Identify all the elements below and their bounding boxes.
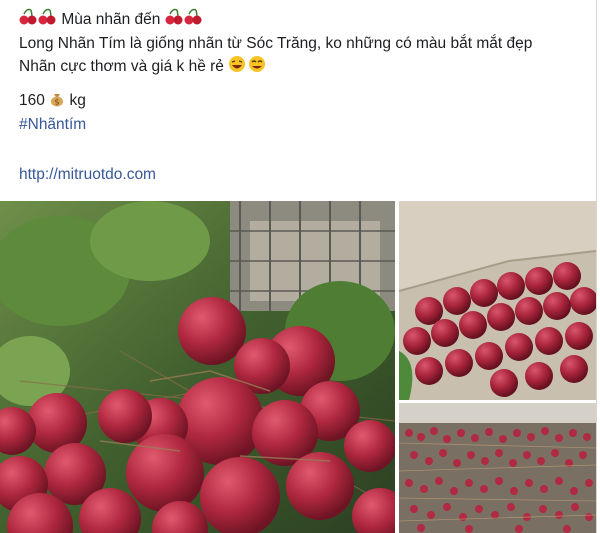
longan-bunches-photo[interactable]	[399, 403, 596, 533]
post-price-line: 160 $ kg	[19, 90, 579, 114]
post-quality-text: Nhãn cực thơm và giá k hề rẻ	[19, 58, 224, 75]
price-unit: kg	[69, 92, 86, 109]
cherry-icon	[19, 8, 57, 33]
svg-text:$: $	[55, 98, 60, 107]
post-quality-line: Nhãn cực thơm và giá k hề rẻ	[19, 55, 579, 80]
post-title-text: Mùa nhãn đến	[61, 11, 161, 28]
post-text: Mùa nhãn đến Long Nhãn Tím là giống nhãn…	[19, 8, 579, 136]
boxed-longan-photo[interactable]	[399, 201, 596, 400]
hashtag-link[interactable]: #Nhãntím	[19, 114, 579, 136]
money-bag-icon: $	[49, 91, 65, 114]
laughing-face-icon	[228, 55, 268, 80]
price-value: 160	[19, 92, 45, 109]
post-description-line: Long Nhãn Tím là giống nhãn từ Sóc Trăng…	[19, 35, 533, 52]
main-photo-longan-cluster[interactable]	[0, 201, 395, 533]
post-title-line: Mùa nhãn đến	[19, 8, 579, 33]
facebook-post: Mùa nhãn đến Long Nhãn Tím là giống nhãn…	[0, 0, 600, 533]
post-url-link[interactable]: http://mitruotdo.com	[19, 166, 156, 184]
photo-grid	[0, 201, 600, 533]
cherry-icon	[165, 8, 203, 33]
